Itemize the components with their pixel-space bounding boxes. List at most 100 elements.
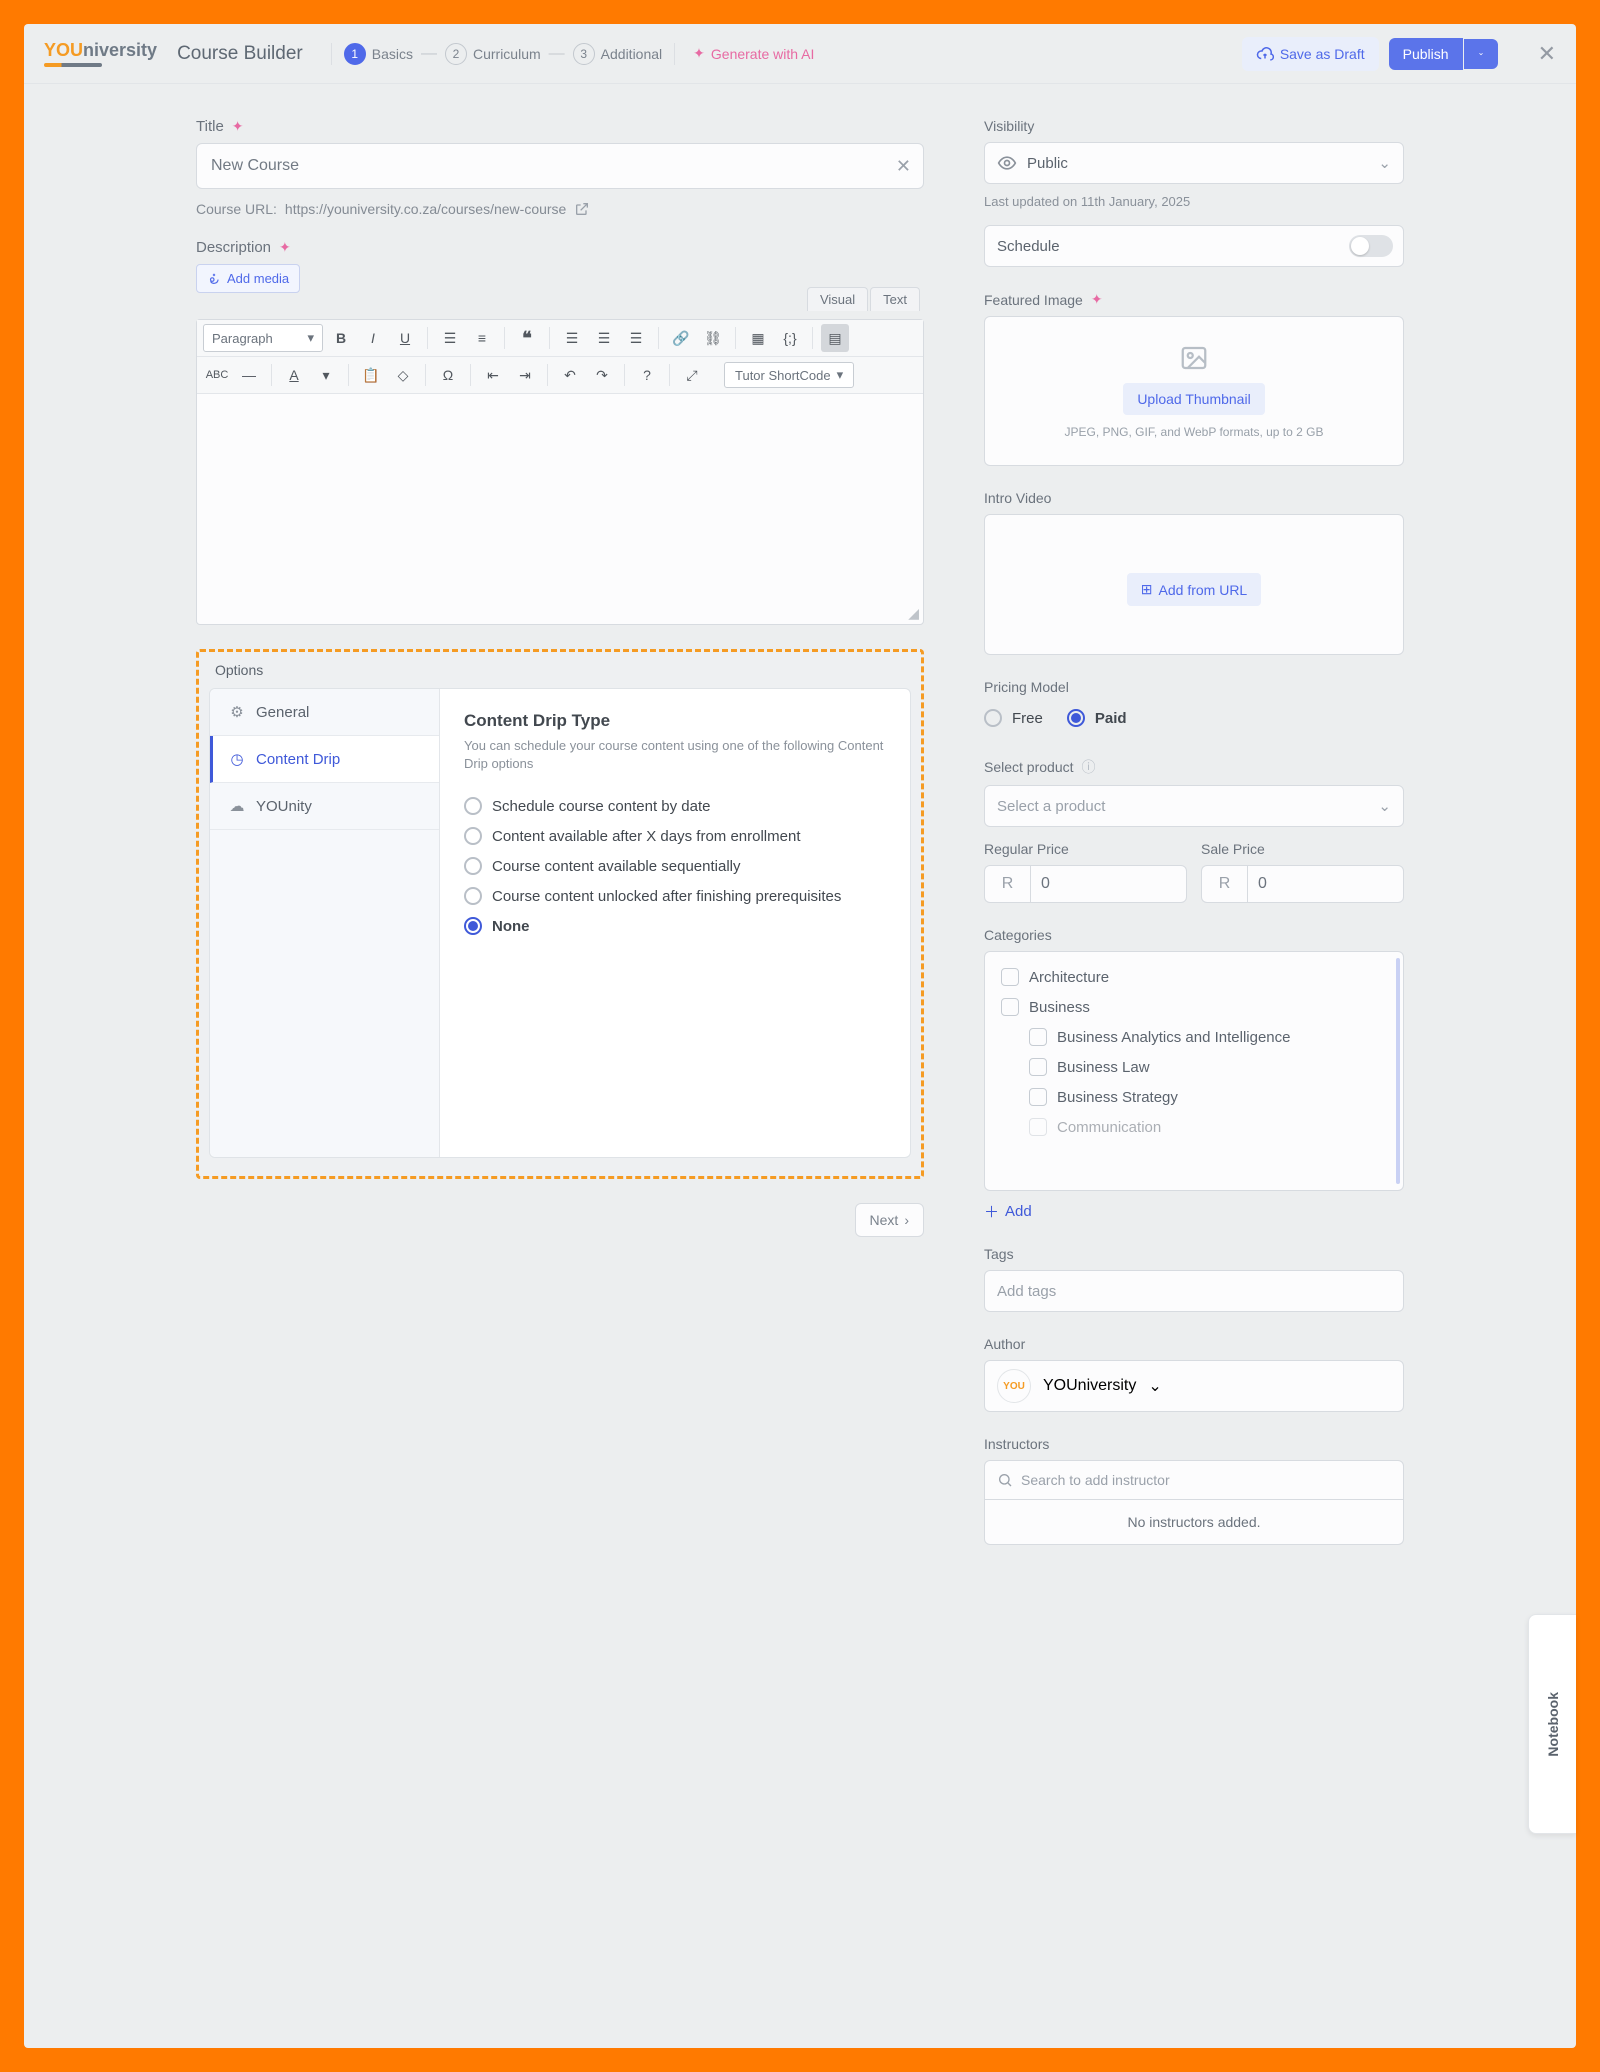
category-item[interactable]: Communication [1001,1112,1393,1142]
redo-icon[interactable]: ↷ [588,361,616,389]
instructor-search-input[interactable]: Search to add instructor [984,1460,1404,1500]
editor-body[interactable]: ◢ [197,394,923,624]
resize-handle-icon[interactable]: ◢ [908,605,919,622]
select-product-dropdown[interactable]: Select a product ⌄ [984,785,1404,827]
categories-list[interactable]: Architecture Business Business Analytics… [984,951,1404,1191]
close-icon[interactable]: ✕ [1538,41,1556,67]
pricing-free[interactable]: Free [984,703,1043,733]
categories-label: Categories [984,927,1404,943]
help-icon[interactable]: ? [633,361,661,389]
save-draft-button[interactable]: Save as Draft [1242,37,1379,71]
italic-icon[interactable]: I [359,324,387,352]
options-tab-label: Content Drip [256,751,340,768]
step-basics[interactable]: 1Basics [344,43,413,65]
select-product-label-text: Select product [984,759,1074,775]
text-color-icon[interactable]: A [280,361,308,389]
sparkle-icon[interactable]: ✦ [232,118,244,135]
upload-thumbnail-button[interactable]: Upload Thumbnail [1123,383,1264,415]
hr-icon[interactable]: — [235,361,263,389]
step-label: Curriculum [473,46,541,62]
radio-icon [464,797,482,815]
intro-video-dropzone[interactable]: ⊞ Add from URL [984,514,1404,655]
sparkle-icon[interactable]: ✦ [1091,291,1103,308]
text-color-drop-icon[interactable]: ▾ [312,361,340,389]
media-icon [207,272,221,286]
align-left-icon[interactable]: ☰ [558,324,586,352]
category-item[interactable]: Business Law [1001,1052,1393,1082]
category-item[interactable]: Business Strategy [1001,1082,1393,1112]
code-icon[interactable]: {;} [776,324,804,352]
list-ol-icon[interactable]: ☰ [436,324,464,352]
separator-icon [669,364,670,386]
outdent-icon[interactable]: ⇤ [479,361,507,389]
add-category-button[interactable]: ＋Add [984,1201,1404,1222]
clear-format-icon[interactable]: ◇ [389,361,417,389]
paste-icon[interactable]: 📋 [357,361,385,389]
next-button[interactable]: Next › [855,1203,924,1237]
visibility-label: Visibility [984,118,1404,134]
shortcode-select[interactable]: Tutor ShortCode▾ [724,362,854,388]
drip-option-schedule-by-date[interactable]: Schedule course content by date [464,791,886,821]
brand-logo[interactable]: YOUniversity [44,40,157,67]
select-product-label: Select product ⓘ [984,757,1404,777]
tags-label: Tags [984,1246,1404,1262]
paragraph-select[interactable]: Paragraph▾ [203,324,323,352]
link-icon[interactable]: 🔗 [667,324,695,352]
notebook-tab[interactable]: Notebook [1528,1614,1576,1834]
underline-icon[interactable]: U [391,324,419,352]
tab-text[interactable]: Text [870,287,920,311]
unlink-icon[interactable]: ⛓ [699,324,727,352]
drip-option-after-x-days[interactable]: Content available after X days from enro… [464,821,886,851]
regular-price-input[interactable]: R0 [984,865,1187,903]
omega-icon[interactable]: Ω [434,361,462,389]
sale-price-input[interactable]: R0 [1201,865,1404,903]
publish-dropdown-button[interactable] [1464,39,1498,69]
clear-icon[interactable]: ✕ [896,156,911,177]
strikethrough-icon[interactable]: ABC [203,361,231,389]
list-ul-icon[interactable]: ≡ [468,324,496,352]
insert-icon[interactable]: ▦ [744,324,772,352]
step-additional[interactable]: 3Additional [573,43,663,65]
info-icon[interactable]: ⓘ [1082,757,1096,777]
content-drip-heading: Content Drip Type [464,711,886,731]
external-link-icon[interactable] [574,201,590,217]
fullscreen-icon[interactable]: ⤢ [678,361,706,389]
visibility-select[interactable]: Public ⌄ [984,142,1404,184]
category-item[interactable]: Business Analytics and Intelligence [1001,1022,1393,1052]
undo-icon[interactable]: ↶ [556,361,584,389]
step-curriculum[interactable]: 2Curriculum [445,43,541,65]
align-right-icon[interactable]: ☰ [622,324,650,352]
drip-option-prerequisites[interactable]: Course content unlocked after finishing … [464,881,886,911]
add-from-url-button[interactable]: ⊞ Add from URL [1127,573,1261,606]
drip-option-sequential[interactable]: Course content available sequentially [464,851,886,881]
category-item[interactable]: Business [1001,992,1393,1022]
category-item[interactable]: Architecture [1001,962,1393,992]
bold-icon[interactable]: B [327,324,355,352]
upload-hint: JPEG, PNG, GIF, and WebP formats, up to … [1001,425,1387,439]
author-select[interactable]: YOU YOUniversity ⌄ [984,1360,1404,1412]
generate-ai-button[interactable]: ✦ Generate with AI [693,45,814,62]
quote-icon[interactable]: ❝ [513,324,541,352]
indent-icon[interactable]: ⇥ [511,361,539,389]
title-input[interactable]: New Course ✕ [196,143,924,189]
divider-icon [331,43,332,65]
sparkle-icon[interactable]: ✦ [279,239,291,256]
description-editor: Paragraph▾ B I U ☰ ≡ ❝ ☰ ☰ ☰ 🔗 ⛓ [196,319,924,625]
schedule-toggle[interactable] [1349,235,1393,257]
options-tab-general[interactable]: ⚙ General [210,689,439,736]
add-media-button[interactable]: Add media [196,264,300,293]
toggle-toolbar-icon[interactable]: ▤ [821,324,849,352]
options-tab-younity[interactable]: ☁ YOUnity [210,783,439,830]
checkbox-icon [1029,1118,1047,1136]
drip-option-none[interactable]: None [464,911,886,941]
category-label: Communication [1057,1119,1161,1136]
featured-image-dropzone[interactable]: Upload Thumbnail JPEG, PNG, GIF, and Web… [984,316,1404,466]
publish-button[interactable]: Publish [1389,38,1463,70]
options-tab-content-drip[interactable]: ◷ Content Drip [210,736,439,783]
tags-input[interactable]: Add tags [984,1270,1404,1312]
pricing-paid[interactable]: Paid [1067,703,1127,733]
tab-visual[interactable]: Visual [807,287,868,311]
caret-down-icon: ▾ [307,330,314,346]
radio-label: Schedule course content by date [492,798,710,815]
align-center-icon[interactable]: ☰ [590,324,618,352]
